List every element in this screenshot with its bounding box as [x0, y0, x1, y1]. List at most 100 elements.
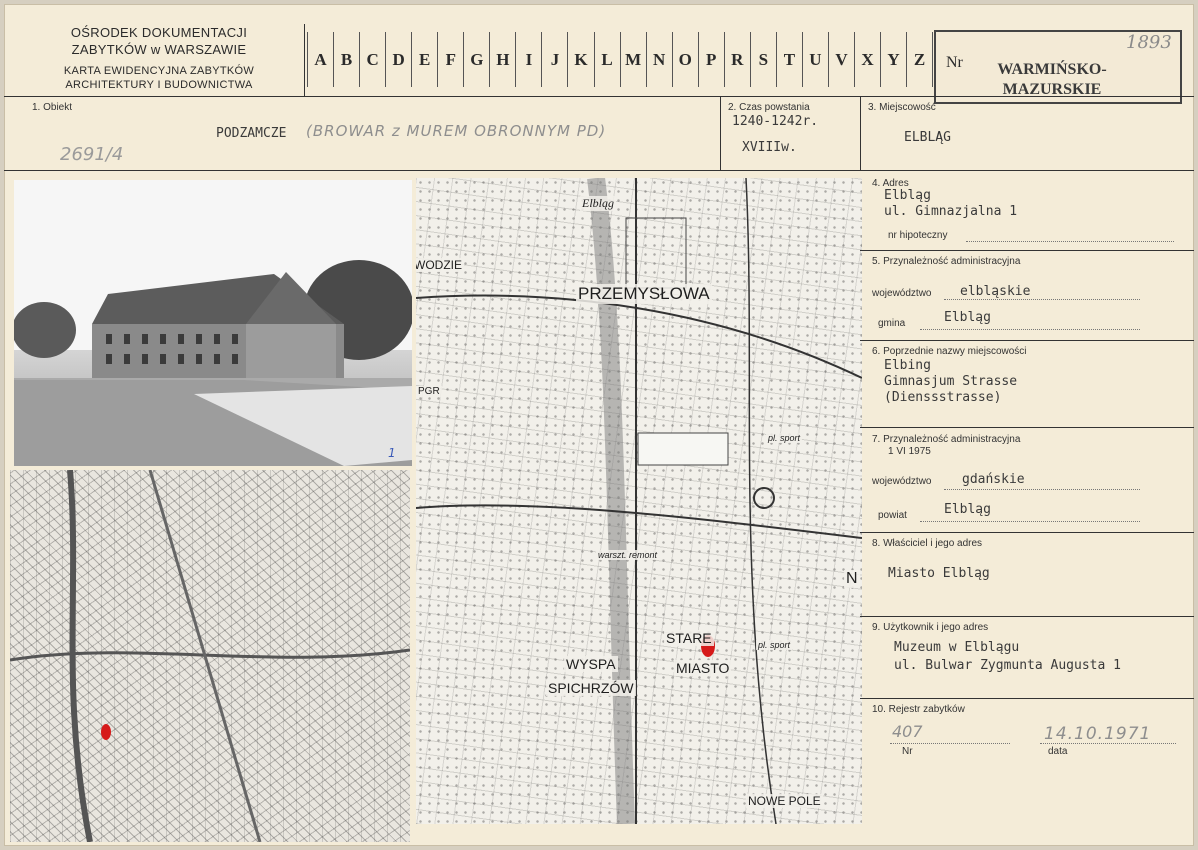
photo-number: 1: [388, 446, 396, 460]
commune-label: gmina: [878, 318, 906, 329]
voivodeship-1975-label: województwo: [872, 476, 932, 487]
alphabet-letter: R: [725, 32, 751, 87]
map-label-wyspa: WYSPA: [564, 656, 618, 672]
nr-label: Nr: [946, 54, 963, 71]
map-label-sport-1: pl. sport: [766, 433, 803, 443]
map-label-warsztaty: warszt. remont: [596, 550, 660, 560]
alphabet-letter: G: [464, 32, 491, 87]
address-line-1: Elbląg: [884, 188, 931, 203]
alphabet-letter: L: [595, 32, 621, 87]
field-10-label: 10. Rejestr zabytków: [872, 704, 965, 715]
institution-header: OŚRODEK DOKUMENTACJI ZABYTKÓW w WARSZAWI…: [24, 24, 294, 92]
map-label-nowe-pole: NOWE POLE: [746, 794, 823, 808]
register-date-line: [1040, 742, 1176, 744]
alphabet-letter: Y: [881, 32, 908, 87]
building-photo-drawing: [14, 180, 412, 466]
alphabet-letter: C: [360, 32, 387, 87]
commune-value: Elbląg: [944, 310, 991, 325]
map-label-elblag: Elbląg: [580, 196, 616, 211]
city-map-small: [10, 470, 410, 842]
small-map-marker: [101, 724, 111, 740]
field-7-date: 1 VI 1975: [888, 446, 931, 457]
region-stamp: WARMIŃSKO- MAZURSKIE: [984, 60, 1120, 100]
register-nr-label: Nr: [902, 746, 913, 757]
alphabet-letter: J: [542, 32, 569, 87]
divider-7: [860, 532, 1194, 533]
map-label-spichrzow: SPICHRZÓW: [546, 680, 636, 696]
alphabet-letter: P: [699, 32, 725, 87]
card-title-line-1: KARTA EWIDENCYJNA ZABYTKÓW: [63, 65, 255, 77]
map-label-przemyslowa: PRZEMYSŁOWA: [576, 284, 712, 304]
register-date: 14.10.1971: [1044, 724, 1152, 744]
divider-5: [860, 340, 1194, 341]
voivodeship-1975-line: [944, 488, 1140, 490]
field-6-label: 6. Poprzednie nazwy miejscowości: [872, 346, 1027, 357]
card-title-line-2: ARCHITEKTURY I BUDOWNICTWA: [65, 79, 253, 91]
alphabet-letter: N: [647, 32, 673, 87]
alpha-left-line: [304, 24, 305, 96]
city-map-small-drawing: [10, 470, 410, 842]
divider-4: [860, 250, 1194, 251]
locality-value: ELBLĄG: [904, 130, 951, 145]
divider-8: [860, 616, 1194, 617]
alphabet-letter: H: [490, 32, 517, 87]
field-3-label: 3. Miejscowość: [868, 102, 936, 113]
field-7-label: 7. Przynależność administracyjna: [872, 434, 1021, 445]
alphabet-letter: U: [803, 32, 829, 87]
city-map-large-drawing: [416, 178, 862, 824]
mortgage-label: nr hipoteczny: [888, 230, 948, 241]
commune-line: [920, 328, 1140, 330]
county-label: powiat: [878, 510, 907, 521]
building-photo: 1: [14, 180, 412, 466]
owner-value: Miasto Elbląg: [888, 566, 990, 581]
register-date-label: data: [1048, 746, 1068, 757]
county-line: [920, 520, 1140, 522]
former-name-1: Elbing: [884, 358, 931, 373]
former-name-3: (Dienssstrasse): [884, 390, 1002, 405]
alphabet-letter: B: [334, 32, 361, 87]
inventory-card: OŚRODEK DOKUMENTACJI ZABYTKÓW w WARSZAWI…: [4, 4, 1194, 846]
handwritten-card-number: 1893: [1126, 32, 1172, 53]
institution-line-2: ZABYTKÓW w WARSZAWIE: [71, 42, 247, 57]
alphabet-letter: S: [751, 32, 777, 87]
region-line-1: WARMIŃSKO-: [997, 61, 1107, 78]
alphabet-letter: D: [386, 32, 413, 87]
nr-box: Nr WARMIŃSKO- MAZURSKIE 1893: [934, 30, 1182, 104]
alphabet-letter: Z: [907, 32, 934, 87]
alphabet-letter: E: [412, 32, 439, 87]
voivodeship-label: województwo: [872, 288, 932, 299]
map-label-pgr: PGR: [416, 386, 442, 397]
col-divider-2: [860, 96, 861, 170]
map-label-n: N: [844, 570, 860, 588]
voivodeship-line: [944, 298, 1140, 300]
row-divider-top: [4, 96, 1194, 97]
field-8-label: 8. Właściciel i jego adres: [872, 538, 983, 549]
alphabet-letter: K: [568, 32, 595, 87]
object-code: 2691/4: [60, 144, 124, 165]
voivodeship-1975-value: gdańskie: [962, 472, 1025, 487]
alphabet-letter: X: [855, 32, 882, 87]
alphabet-letter: T: [777, 32, 803, 87]
map-label-wodzie: WODZIE: [416, 258, 464, 272]
alphabet-letter: I: [516, 32, 543, 87]
col-divider-1: [720, 96, 721, 170]
field-1-label: 1. Obiekt: [32, 102, 73, 113]
region-line-2: MAZURSKIE: [1002, 81, 1102, 98]
user-line-1: Muzeum w Elblągu: [894, 640, 1020, 655]
map-label-sport-2: pl. sport: [756, 640, 793, 650]
address-line-2: ul. Gimnazjalna 1: [884, 204, 1018, 219]
mortgage-line: [966, 240, 1174, 242]
object-name: PODZAMCZE: [216, 126, 287, 141]
creation-date-2: XVIIIw.: [742, 140, 797, 155]
user-line-2: ul. Bulwar Zygmunta Augusta 1: [894, 658, 1121, 673]
county-value: Elbląg: [944, 502, 991, 517]
voivodeship-value: elbląskie: [960, 284, 1031, 299]
register-number-line: [890, 742, 1010, 744]
field-5-label: 5. Przynależność administracyjna: [872, 256, 1021, 267]
former-name-2: Gimnasjum Strasse: [884, 374, 1018, 389]
divider-9: [860, 698, 1194, 699]
alphabet-index: ABCDEFGHIJKLMNOPRSTUVXYZ: [307, 32, 934, 87]
alphabet-letter: O: [673, 32, 699, 87]
field-2-label: 2. Czas powstania: [728, 102, 810, 113]
alphabet-letter: F: [438, 32, 465, 87]
